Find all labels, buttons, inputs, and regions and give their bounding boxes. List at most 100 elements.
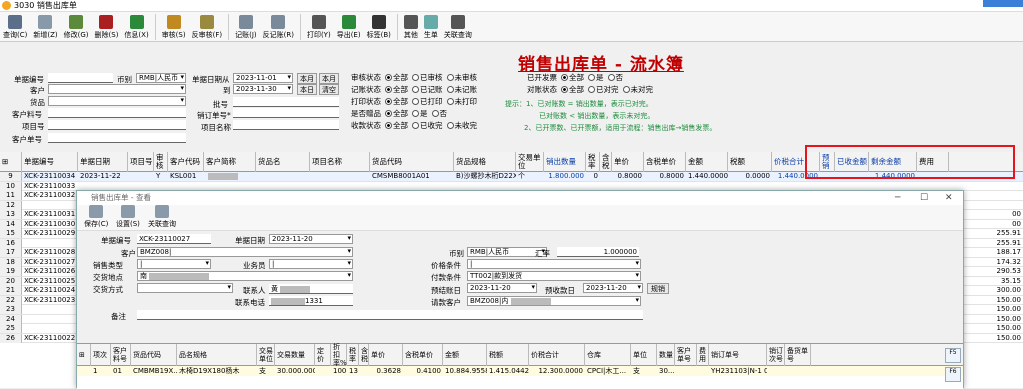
grid-corner-icon[interactable]: ⊞ [0,152,22,172]
radio-icon[interactable] [588,74,595,81]
radio-icon[interactable] [446,122,454,129]
goods-select[interactable] [48,96,186,106]
radio-icon[interactable] [431,110,439,117]
radio-icon[interactable] [412,86,419,93]
radio-icon[interactable] [412,122,419,129]
dialog-grid-header-cell[interactable]: 税率 [347,344,359,366]
dialog-grid-header-cell[interactable]: 货品代码 [131,344,177,366]
dialog-grid-header-cell[interactable]: 项次 [91,344,111,366]
cust-item-input[interactable] [48,108,186,118]
close-icon[interactable]: ✕ [945,191,953,205]
dialog-tool-0[interactable]: 保存(C) [81,205,111,231]
dialog-tool-2[interactable]: 关联查询 [145,205,179,231]
toolbar-button-13[interactable]: 生单 [421,12,441,42]
d-customer-field[interactable]: BMZ008| [137,247,353,257]
dialog-grid-header-cell[interactable]: 仓库 [585,344,631,366]
d-settle-cust-field[interactable]: BMZ008|内 [467,296,641,306]
d-delivery-field[interactable] [137,283,233,293]
dialog-grid-header-cell[interactable]: 单位 [631,344,657,366]
dialog-grid-header-cell[interactable]: 定价 [315,344,331,366]
toolbar-button-12[interactable]: 其他 [401,12,421,42]
grid-header-cell[interactable]: 单价 [612,152,644,172]
radio-icon[interactable] [385,98,392,105]
dialog-grid-header-cell[interactable]: 销订单号 [709,344,767,366]
d-rate-field[interactable]: 1.000000 [557,247,639,257]
this-day-button[interactable]: 本日 [297,84,317,95]
grid-header-cell[interactable]: 货品名 [256,152,310,172]
grid-header-cell[interactable]: 含税单价 [644,152,686,172]
toolbar-button-2[interactable]: 修改(G) [61,12,92,42]
toolbar-button-0[interactable]: 查询(C) [0,12,30,42]
dialog-grid-header-cell[interactable]: 折扣率% [331,343,347,367]
dialog-grid-row[interactable]: 1 01 CMBMB19X... 木椅D19X180杨木支 30.000.000 100 1… [77,366,963,376]
d-trade-place-field[interactable]: 南 [137,271,353,281]
d-pay-cond-field[interactable]: TT002|款到发货 [467,271,641,281]
d-memo-field[interactable] [137,310,643,320]
dialog-grid-header-cell[interactable]: 费用 [697,344,709,366]
toolbar-button-6[interactable]: 反审核(F) [189,12,226,42]
dialog-grid-header-cell[interactable]: 备货单号 [785,344,811,366]
customer-no-input[interactable] [48,133,186,143]
radio-icon[interactable] [561,74,568,81]
sales-order-input[interactable] [233,108,339,118]
radio-icon[interactable] [446,74,454,81]
grid-header-cell[interactable]: 货品代码 [370,152,454,172]
dialog-tool-1[interactable]: 设置(S) [113,205,143,231]
item-no-input[interactable] [48,120,186,130]
grid-header-cell[interactable]: 单据日期 [78,152,128,172]
toolbar-button-8[interactable]: 反记账(R) [260,12,297,42]
toolbar-button-9[interactable]: 打印(Y) [304,12,334,42]
doc-no-input[interactable] [48,73,113,83]
d-phone-field[interactable]: 1331 [269,296,353,306]
dialog-grid-header-cell[interactable]: 含税 [359,344,369,366]
dialog-grid-header-cell[interactable]: 税额 [487,344,529,366]
toolbar-button-1[interactable]: 新增(Z) [30,12,60,42]
radio-icon[interactable] [607,74,615,81]
grid-header-cell[interactable]: 单据编号 [22,152,78,172]
d-pay-date-field[interactable]: 2023-11-20 [467,283,537,293]
dialog-grid-header-cell[interactable]: 交易单位 [257,344,275,366]
radio-icon[interactable] [561,86,568,93]
dialog-grid-header-cell[interactable]: 客户料号 [111,344,131,366]
dialog-grid-header-cell[interactable]: 品名规格 [177,344,257,366]
toolbar-button-11[interactable]: 标签(B) [364,12,394,42]
date-from-input[interactable]: 2023-11-01 [233,73,293,83]
d-doc-no-field[interactable]: XCK-23110027 [137,234,211,244]
radio-icon[interactable] [446,86,454,93]
radio-icon[interactable] [412,98,419,105]
grid-header-cell[interactable]: 税率 [586,152,600,172]
grid-header-cell[interactable]: 货品规格 [454,152,516,172]
radio-icon[interactable] [385,74,392,81]
grid-header-cell[interactable]: 税额 [728,152,772,172]
dialog-grid-header-cell[interactable]: 销订次号 [767,344,785,366]
d-price-cond-field[interactable]: | [467,259,641,269]
dialog-grid-header-cell[interactable]: 金额 [443,344,487,366]
d-sales-type-field[interactable]: | [137,259,211,269]
grid-header-cell[interactable]: 金额 [686,152,728,172]
dialog-grid-header-cell[interactable]: 交易数量 [275,344,315,366]
this-month-button-2[interactable]: 本月 [319,73,339,84]
d-contact-field[interactable]: 黄 [269,284,353,294]
grid-header-cell[interactable]: 销出数量 [544,152,586,172]
toolbar-button-7[interactable]: 记账(J) [232,12,260,42]
radio-icon[interactable] [412,74,419,81]
radio-icon[interactable] [446,98,454,105]
close-button[interactable] [983,0,1023,7]
dialog-grid-header-cell[interactable]: 客户单号 [675,344,697,366]
grid-header-cell[interactable]: 客户简称 [204,152,256,172]
dialog-grid-corner-icon[interactable]: ⊞ [77,344,91,366]
project-name-input[interactable] [233,120,339,130]
grid-header-cell[interactable]: 审核 [154,152,168,172]
d-salesman-field[interactable]: | [269,259,353,269]
customer-select[interactable] [48,84,186,94]
clear-button[interactable]: 清空 [319,84,339,95]
grid-header-cell[interactable]: 项目名称 [310,152,370,172]
grid-header-cell[interactable]: 项目号 [128,152,154,172]
dialog-grid-header-cell[interactable]: 含税单价 [403,344,443,366]
dialog-grid-header-cell[interactable]: 单价 [369,344,403,366]
radio-icon[interactable] [588,86,595,93]
grid-header-cell[interactable]: 交易单位 [516,152,544,172]
dialog-grid-header-cell[interactable]: 数量 [657,344,675,366]
maximize-icon[interactable]: ☐ [920,191,928,205]
radio-icon[interactable] [385,122,392,129]
